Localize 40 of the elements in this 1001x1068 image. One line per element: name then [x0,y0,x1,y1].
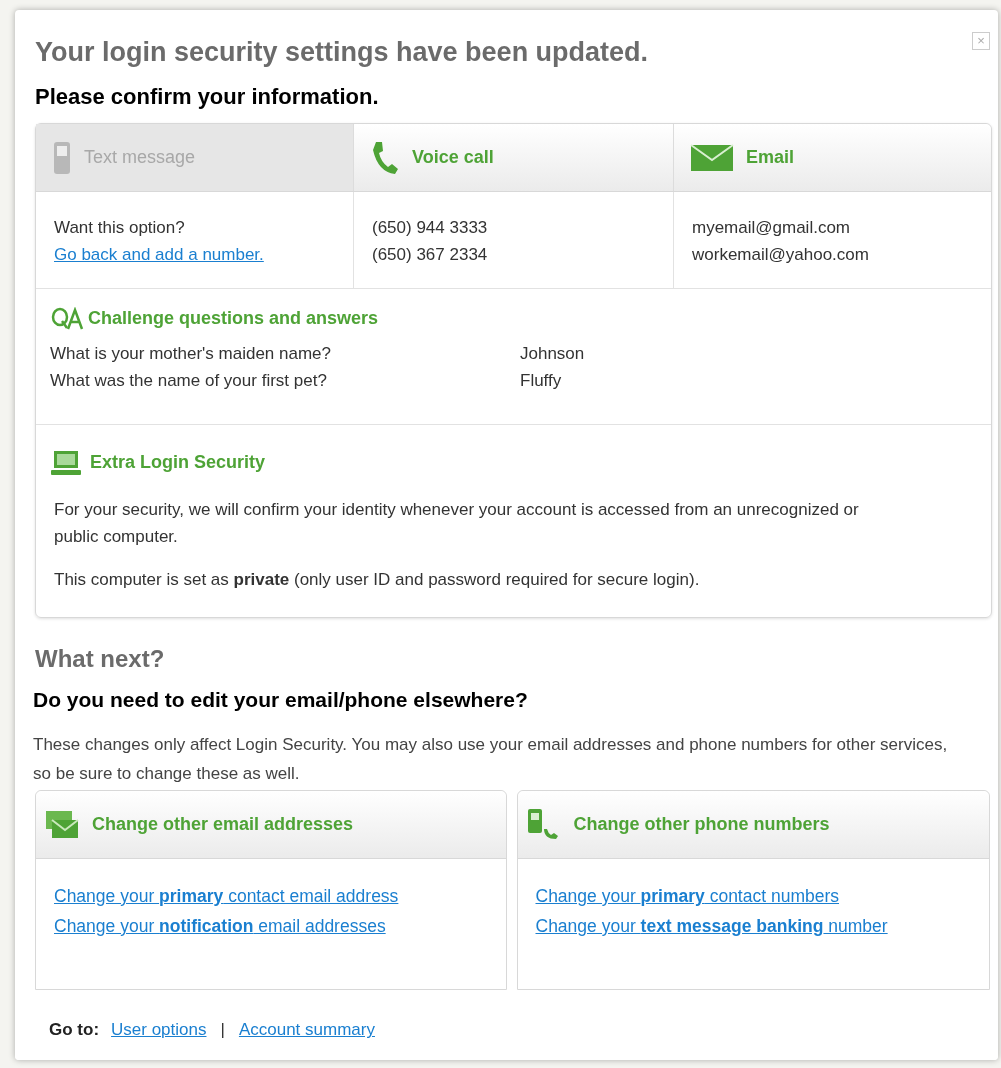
phone-icon [54,141,70,174]
security-text: For your security, we will confirm your identity whenever your account is accessed from an unrecognized or public computer. [53,499,860,548]
column-header: Text message [84,146,196,169]
section-title: Extra Login Security [90,451,266,474]
question-text: What is your mother's maiden name? [50,343,332,365]
contact-info: Want this option? [54,217,185,239]
dialog-title: Your login security settings have been updated. [35,36,649,69]
separator-text: | [219,1019,226,1042]
column-header: Email [746,146,795,169]
envelope-icon [690,143,734,171]
contact-info: myemail@gmail.com [692,217,850,239]
change-link[interactable]: Change your text message banking number [535,911,888,941]
question-text: What was the name of your first pet? [50,370,327,392]
phone-icon [527,808,558,839]
add-number-link[interactable]: Go back and add a number. [54,241,264,268]
phone-handset-icon [373,141,398,174]
contact-info: (650) 367 2334 [372,244,488,266]
answer-text: Johnson [520,343,585,365]
goto-link[interactable]: Account summary [238,1017,375,1043]
answer-text: Fluffy [520,370,562,392]
section-subheading: Do you need to edit your email/phone elsewhere? [33,687,529,713]
section-title: Challenge questions and answers [88,307,379,330]
section-heading: What next? [35,644,166,674]
card-title: Change other email addresses [92,813,354,836]
close-button[interactable]: × [972,32,990,50]
contact-info: workemail@yahoo.com [692,244,869,266]
change-link[interactable]: Change your notification email addresses [54,911,386,941]
info-text: These changes only affect Login Security. You may also use your email addresses and phone numbers for other services, so be sure to change these as well. [33,734,949,785]
card-title: Change other phone numbers [573,813,830,836]
laptop-icon [51,450,81,475]
change-link[interactable]: Change your primary contact email address [54,881,399,911]
dialog-subtitle: Please confirm your information. [35,83,380,111]
goto-link[interactable]: User options [111,1017,207,1043]
column-header: Voice call [412,146,494,169]
envelopes-icon [46,810,79,838]
security-text: This computer is set as private (only user ID and password required for secure login). [53,569,701,591]
contact-info: (650) 944 3333 [372,217,488,239]
qa-icon [51,306,84,330]
goto-label: Go to: [49,1019,100,1042]
change-link[interactable]: Change your primary contact numbers [535,881,839,911]
